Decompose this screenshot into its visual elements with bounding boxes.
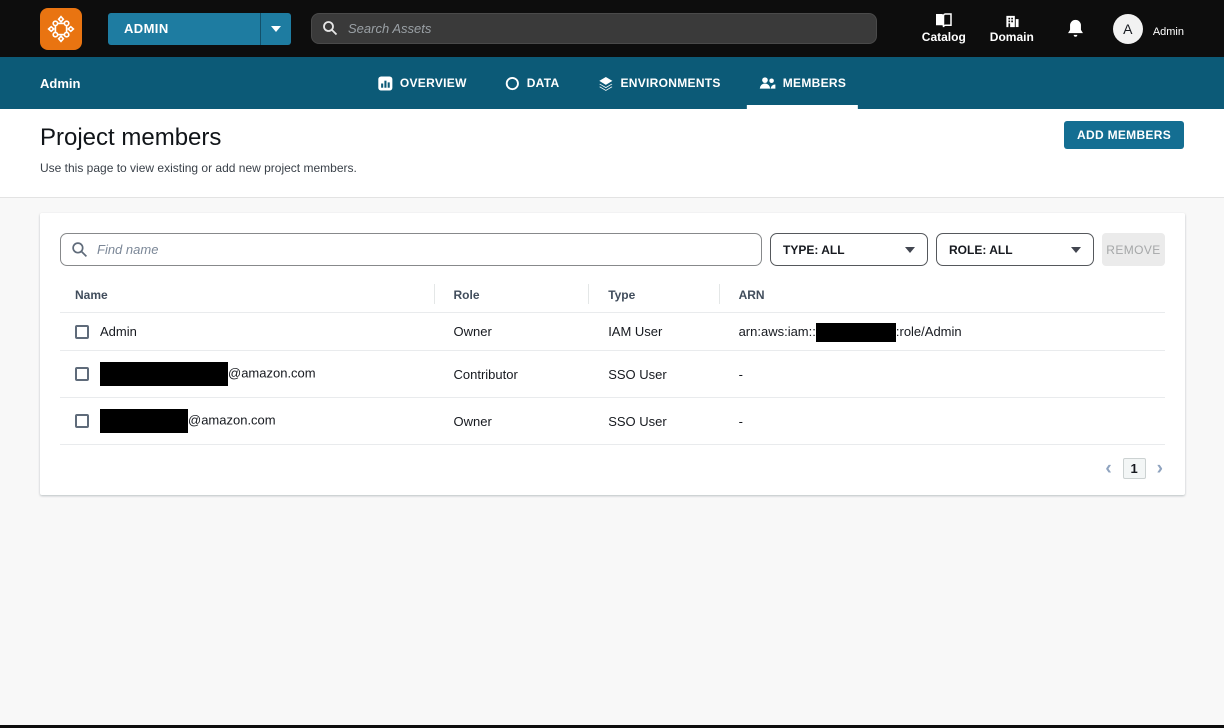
members-people-icon bbox=[759, 77, 776, 89]
catalog-link[interactable]: Catalog bbox=[922, 13, 966, 44]
tab-data[interactable]: DATA bbox=[503, 57, 562, 109]
member-name: Admin bbox=[100, 324, 137, 340]
next-page-icon[interactable]: › bbox=[1155, 459, 1165, 478]
member-type: SSO User bbox=[588, 350, 719, 399]
tab-members-label: MEMBERS bbox=[782, 76, 847, 90]
member-type: SSO User bbox=[588, 397, 719, 446]
remove-button[interactable]: REMOVE bbox=[1102, 233, 1165, 266]
member-name: @amazon.com bbox=[100, 409, 276, 434]
column-header-arn[interactable]: ARN bbox=[718, 282, 1165, 313]
project-switcher-button[interactable]: ADMIN bbox=[108, 12, 260, 45]
notifications-bell-icon[interactable] bbox=[1066, 19, 1085, 39]
user-name-label: Admin bbox=[1152, 26, 1184, 38]
row-checkbox[interactable] bbox=[75, 367, 89, 382]
column-header-role[interactable]: Role bbox=[433, 282, 589, 313]
overview-chart-icon bbox=[378, 75, 393, 91]
member-arn: - bbox=[718, 397, 1165, 446]
arn-suffix: :role/Admin bbox=[895, 324, 962, 339]
page-header: Project members Use this page to view ex… bbox=[0, 109, 1224, 198]
caret-down-icon bbox=[1071, 246, 1081, 253]
data-circle-icon bbox=[505, 76, 519, 90]
member-arn: - bbox=[718, 350, 1165, 399]
catalog-book-icon bbox=[936, 13, 953, 28]
project-switcher: ADMIN bbox=[108, 12, 291, 45]
datazone-logo-icon[interactable] bbox=[40, 7, 82, 50]
page-number-button[interactable]: 1 bbox=[1122, 458, 1146, 480]
page-subtitle: Use this page to view existing or add ne… bbox=[40, 161, 357, 175]
avatar-initial: A bbox=[1123, 20, 1133, 37]
asset-search bbox=[311, 13, 877, 44]
column-header-type[interactable]: Type bbox=[588, 282, 719, 313]
member-name-suffix: @amazon.com bbox=[188, 412, 276, 428]
type-filter-value: TYPE: ALL bbox=[783, 242, 845, 257]
project-nav-bar: Admin OVERVIEW DATA ENVIRONMENTS MEMBERS bbox=[0, 57, 1224, 109]
page-title: Project members bbox=[40, 124, 222, 151]
members-card: TYPE: ALL ROLE: ALL REMOVE Name Role Typ… bbox=[40, 213, 1185, 496]
members-toolbar: TYPE: ALL ROLE: ALL REMOVE bbox=[60, 233, 1165, 266]
member-name: @amazon.com bbox=[100, 362, 316, 387]
arn-prefix: arn:aws:iam:: bbox=[738, 324, 816, 339]
tab-data-label: DATA bbox=[526, 76, 560, 90]
project-switcher-caret-button[interactable] bbox=[260, 12, 291, 45]
environments-layers-icon bbox=[598, 76, 613, 91]
add-members-button[interactable]: ADD MEMBERS bbox=[1064, 121, 1184, 149]
member-arn: arn:aws:iam:::role/Admin bbox=[718, 312, 1165, 352]
top-bar: ADMIN Catalog Domain bbox=[0, 0, 1224, 57]
caret-down-icon bbox=[905, 246, 915, 253]
previous-page-icon[interactable]: ‹ bbox=[1103, 459, 1113, 478]
catalog-label: Catalog bbox=[921, 30, 966, 44]
role-filter-select[interactable]: ROLE: ALL bbox=[936, 233, 1094, 266]
member-role: Contributor bbox=[433, 350, 589, 399]
role-filter-value: ROLE: ALL bbox=[949, 242, 1013, 257]
member-type: IAM User bbox=[588, 312, 719, 352]
find-name-input[interactable] bbox=[60, 233, 762, 266]
nav-project-name: Admin bbox=[40, 75, 81, 91]
tab-overview-label: OVERVIEW bbox=[399, 76, 467, 90]
table-header-row: Name Role Type ARN bbox=[60, 282, 1165, 313]
member-role: Owner bbox=[433, 312, 589, 352]
table-row: @amazon.com Contributor SSO User - bbox=[60, 350, 1165, 399]
redacted-username bbox=[100, 362, 228, 387]
members-table: Name Role Type ARN Admin Owner IAM User bbox=[60, 282, 1165, 446]
redacted-username bbox=[100, 409, 188, 434]
search-icon bbox=[322, 20, 338, 41]
row-checkbox[interactable] bbox=[75, 324, 89, 339]
find-name-search bbox=[60, 233, 762, 266]
caret-down-icon bbox=[271, 25, 281, 32]
domain-link[interactable]: Domain bbox=[990, 13, 1034, 44]
table-row: Admin Owner IAM User arn:aws:iam:::role/… bbox=[60, 312, 1165, 352]
row-checkbox[interactable] bbox=[75, 414, 89, 429]
domain-building-icon bbox=[1006, 15, 1019, 28]
type-filter-select[interactable]: TYPE: ALL bbox=[770, 233, 928, 266]
topbar-right-group: Catalog Domain A Admin bbox=[898, 13, 1184, 44]
tab-environments-label: ENVIRONMENTS bbox=[620, 76, 721, 90]
domain-label: Domain bbox=[989, 30, 1034, 44]
table-row: @amazon.com Owner SSO User - bbox=[60, 397, 1165, 446]
column-header-name[interactable]: Name bbox=[60, 282, 434, 313]
member-name-suffix: @amazon.com bbox=[228, 365, 316, 381]
find-search-icon bbox=[71, 241, 88, 263]
member-role: Owner bbox=[433, 397, 589, 446]
tab-overview[interactable]: OVERVIEW bbox=[376, 57, 469, 109]
pagination: ‹ 1 › bbox=[60, 458, 1165, 480]
project-tabs: OVERVIEW DATA ENVIRONMENTS MEMBERS bbox=[376, 57, 859, 109]
content-area: TYPE: ALL ROLE: ALL REMOVE Name Role Typ… bbox=[0, 198, 1224, 496]
tab-environments[interactable]: ENVIRONMENTS bbox=[595, 57, 722, 109]
user-avatar[interactable]: A bbox=[1112, 13, 1143, 44]
search-assets-input[interactable] bbox=[311, 13, 877, 44]
redacted-account-id bbox=[815, 323, 896, 343]
tab-members[interactable]: MEMBERS bbox=[746, 57, 859, 109]
